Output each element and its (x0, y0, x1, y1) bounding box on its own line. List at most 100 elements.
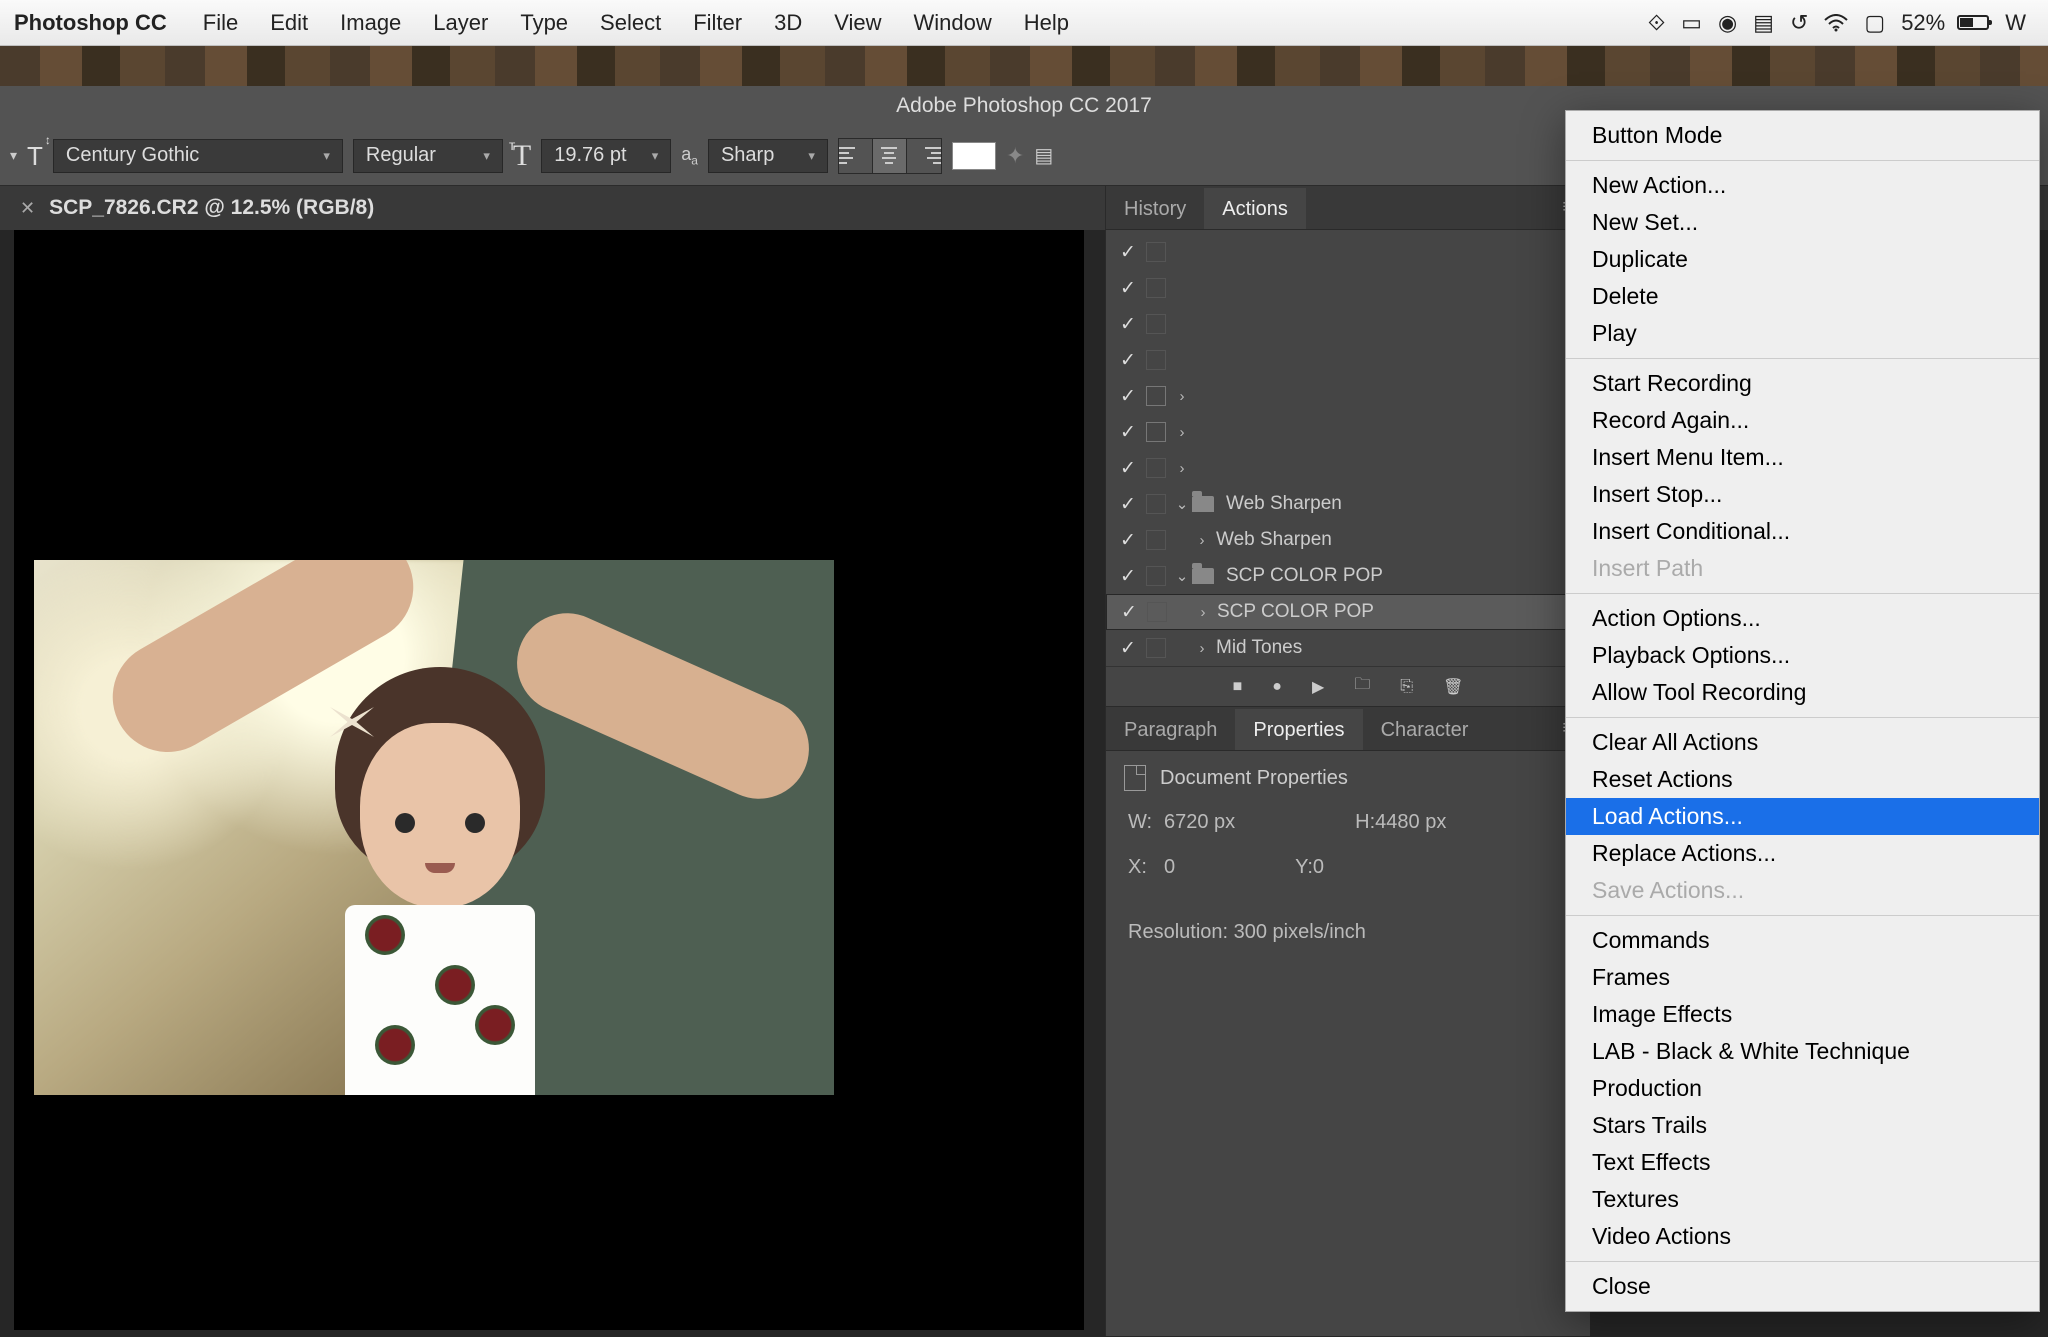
action-disclosure-icon[interactable]: › (1192, 532, 1212, 549)
menu-filter[interactable]: Filter (693, 10, 742, 36)
action-toggle-check[interactable]: ✓ (1116, 457, 1140, 480)
play-icon[interactable]: ▶ (1312, 677, 1324, 697)
display-icon[interactable]: ▢ (1864, 10, 1885, 36)
action-disclosure-icon[interactable]: › (1172, 388, 1192, 405)
tool-presets-icon[interactable]: ▾ (10, 147, 17, 164)
menu-image[interactable]: Image (340, 10, 401, 36)
menu-item-frames[interactable]: Frames (1566, 959, 2039, 996)
menu-item-lab-black-white-technique[interactable]: LAB - Black & White Technique (1566, 1033, 2039, 1070)
menu-item-duplicate[interactable]: Duplicate (1566, 241, 2039, 278)
action-toggle-check[interactable]: ✓ (1116, 529, 1140, 552)
action-dialog-toggle[interactable] (1147, 602, 1167, 622)
wifi-icon[interactable] (1824, 14, 1848, 32)
action-toggle-check[interactable]: ✓ (1116, 637, 1140, 660)
menu-item-production[interactable]: Production (1566, 1070, 2039, 1107)
menu-item-close[interactable]: Close (1566, 1268, 2039, 1305)
action-row[interactable]: ✓ (1106, 270, 1590, 306)
action-dialog-toggle[interactable] (1146, 638, 1166, 658)
menu-item-stars-trails[interactable]: Stars Trails (1566, 1107, 2039, 1144)
antialias-select[interactable]: Sharp▾ (708, 139, 828, 173)
record-icon[interactable]: ● (1272, 678, 1282, 696)
action-toggle-check[interactable]: ✓ (1117, 601, 1141, 624)
tab-history[interactable]: History (1106, 188, 1204, 229)
menu-item-text-effects[interactable]: Text Effects (1566, 1144, 2039, 1181)
action-disclosure-icon[interactable]: ⌄ (1172, 495, 1192, 513)
action-toggle-check[interactable]: ✓ (1116, 493, 1140, 516)
action-dialog-toggle[interactable] (1146, 458, 1166, 478)
menu-3d[interactable]: 3D (774, 10, 802, 36)
align-right-button[interactable] (907, 139, 941, 173)
menu-select[interactable]: Select (600, 10, 661, 36)
tab-actions[interactable]: Actions (1204, 188, 1306, 229)
tab-paragraph[interactable]: Paragraph (1106, 709, 1235, 750)
action-disclosure-icon[interactable]: › (1172, 460, 1192, 477)
creative-cloud-icon[interactable]: ◉ (1718, 10, 1737, 36)
new-action-icon[interactable]: ⎘ (1400, 678, 1413, 696)
menu-view[interactable]: View (834, 10, 881, 36)
action-row[interactable]: ✓⌄Web Sharpen (1106, 486, 1590, 522)
type-tool-icon[interactable]: T↕ (27, 139, 43, 173)
action-disclosure-icon[interactable]: › (1193, 604, 1213, 621)
menu-item-play[interactable]: Play (1566, 315, 2039, 352)
action-dialog-toggle[interactable] (1146, 350, 1166, 370)
action-toggle-check[interactable]: ✓ (1116, 349, 1140, 372)
canvas[interactable] (14, 230, 1084, 1330)
font-size-select[interactable]: 19.76 pt▾ (541, 139, 671, 173)
align-center-button[interactable] (873, 139, 907, 173)
action-row[interactable]: ✓› (1106, 378, 1590, 414)
menu-window[interactable]: Window (914, 10, 992, 36)
menu-item-new-action[interactable]: New Action... (1566, 167, 2039, 204)
text-color-swatch[interactable] (952, 142, 996, 170)
action-toggle-check[interactable]: ✓ (1116, 421, 1140, 444)
dropbox-icon[interactable]: ⟐ (1648, 10, 1665, 36)
action-dialog-toggle[interactable] (1146, 494, 1166, 514)
close-tab-icon[interactable]: ✕ (20, 198, 35, 219)
battery-icon[interactable] (1957, 15, 1989, 30)
battery-pct[interactable]: 52% (1901, 10, 1945, 36)
new-set-icon[interactable]: 🗀 (1354, 673, 1370, 700)
notifications-icon[interactable]: ▤ (1753, 10, 1774, 36)
menu-item-insert-menu-item[interactable]: Insert Menu Item... (1566, 439, 2039, 476)
action-toggle-check[interactable]: ✓ (1116, 313, 1140, 336)
font-style-select[interactable]: Regular▾ (353, 139, 503, 173)
menu-item-commands[interactable]: Commands (1566, 922, 2039, 959)
menu-item-video-actions[interactable]: Video Actions (1566, 1218, 2039, 1255)
menu-item-button-mode[interactable]: Button Mode (1566, 117, 2039, 154)
menu-item-new-set[interactable]: New Set... (1566, 204, 2039, 241)
menu-item-record-again[interactable]: Record Again... (1566, 402, 2039, 439)
menu-item-delete[interactable]: Delete (1566, 278, 2039, 315)
align-left-button[interactable] (839, 139, 873, 173)
menu-help[interactable]: Help (1024, 10, 1069, 36)
menu-item-clear-all-actions[interactable]: Clear All Actions (1566, 724, 2039, 761)
menu-item-image-effects[interactable]: Image Effects (1566, 996, 2039, 1033)
action-dialog-toggle[interactable] (1146, 278, 1166, 298)
app-name[interactable]: Photoshop CC (14, 10, 167, 36)
menu-item-insert-stop[interactable]: Insert Stop... (1566, 476, 2039, 513)
action-dialog-toggle[interactable] (1146, 314, 1166, 334)
menu-type[interactable]: Type (520, 10, 568, 36)
action-row[interactable]: ✓ (1106, 342, 1590, 378)
action-row[interactable]: ✓› (1106, 414, 1590, 450)
font-family-select[interactable]: Century Gothic▾ (53, 139, 343, 173)
action-row[interactable]: ✓› (1106, 450, 1590, 486)
menu-item-reset-actions[interactable]: Reset Actions (1566, 761, 2039, 798)
action-toggle-check[interactable]: ✓ (1116, 565, 1140, 588)
menu-item-allow-tool-recording[interactable]: Allow Tool Recording (1566, 674, 2039, 711)
document-tab[interactable]: SCP_7826.CR2 @ 12.5% (RGB/8) (49, 196, 374, 220)
action-row[interactable]: ✓ (1106, 234, 1590, 270)
action-disclosure-icon[interactable]: › (1172, 424, 1192, 441)
menu-item-load-actions[interactable]: Load Actions... (1566, 798, 2039, 835)
menu-item-replace-actions[interactable]: Replace Actions... (1566, 835, 2039, 872)
action-row[interactable]: ✓ (1106, 306, 1590, 342)
character-panel-icon[interactable]: ▤ (1034, 143, 1053, 168)
actions-list[interactable]: ✓✓✓✓✓›✓›✓›✓⌄Web Sharpen✓›Web Sharpen✓⌄SC… (1106, 230, 1590, 666)
action-dialog-toggle[interactable] (1146, 422, 1166, 442)
action-row[interactable]: ✓›Web Sharpen (1106, 522, 1590, 558)
action-row[interactable]: ✓›SCP COLOR POP (1106, 594, 1590, 630)
tab-properties[interactable]: Properties (1235, 709, 1362, 750)
action-dialog-toggle[interactable] (1146, 242, 1166, 262)
action-toggle-check[interactable]: ✓ (1116, 241, 1140, 264)
action-row[interactable]: ✓⌄SCP COLOR POP (1106, 558, 1590, 594)
tab-character[interactable]: Character (1363, 709, 1487, 750)
action-toggle-check[interactable]: ✓ (1116, 385, 1140, 408)
